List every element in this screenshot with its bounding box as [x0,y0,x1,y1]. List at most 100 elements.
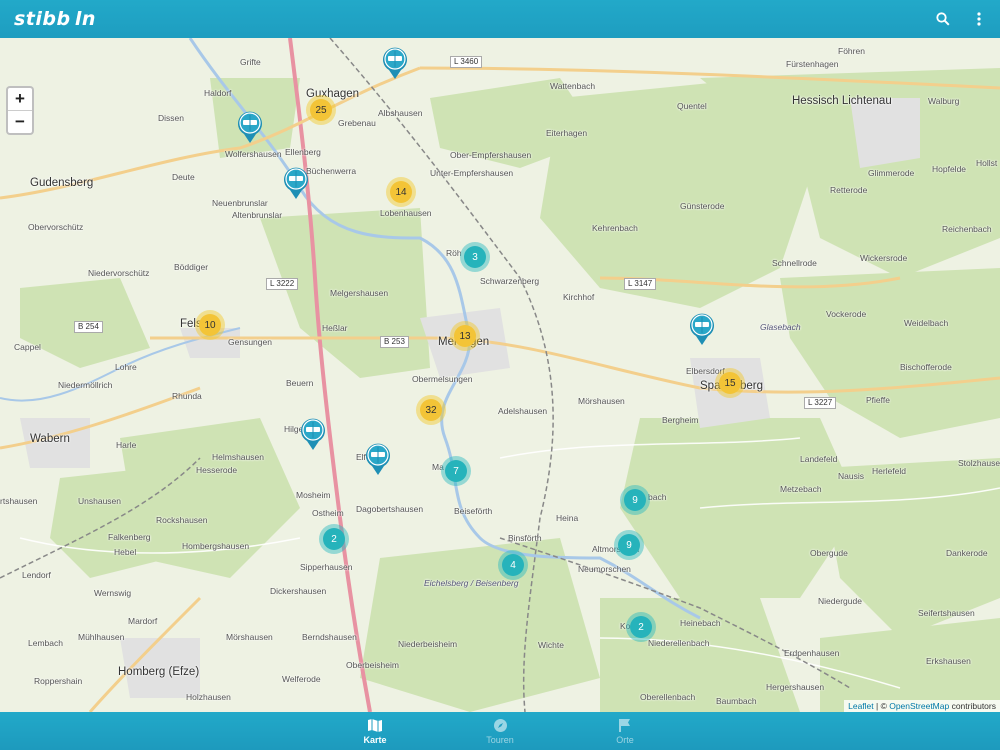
zoom-in-button[interactable]: + [8,88,32,110]
cluster-count: 7 [445,460,467,482]
flag-icon [619,718,630,732]
search-button[interactable] [932,8,954,30]
place-label: Schnellrode [772,258,817,268]
nav-tab-label: Touren [486,734,514,745]
place-label: Helmshausen [212,452,264,462]
place-label: Mörshausen [226,632,273,642]
place-label: Bischofferode [900,362,952,372]
leaflet-link[interactable]: Leaflet [848,701,874,711]
zoom-control: + − [6,86,34,135]
place-label: Rockshausen [156,515,208,525]
cluster-marker[interactable]: 10 [195,310,225,340]
place-label: Walburg [928,96,960,106]
place-label: Cappel [14,342,41,352]
place-label: Welferode [282,674,321,684]
place-label: Neuenbrunslar [212,198,268,208]
place-label: Niederellenbach [648,638,710,648]
cluster-marker[interactable]: 7 [441,456,471,486]
place-label: Deute [172,172,195,182]
place-label: Heina [556,513,579,523]
cluster-marker[interactable]: 14 [386,177,416,207]
place-label: Beiseförth [454,506,493,516]
place-label: Schwarzenberg [480,276,540,286]
place-label: Büchenwerra [306,166,357,176]
place-label: Reichenbach [942,224,992,234]
cluster-marker[interactable]: 9 [620,485,650,515]
place-label: Mörshausen [578,396,625,406]
place-label: Mosheim [296,490,331,500]
poi-pin[interactable] [299,417,327,451]
place-label: Harle [116,440,137,450]
cluster-marker[interactable]: 2 [626,612,656,642]
place-label: Bergheim [662,415,699,425]
cluster-count: 13 [454,325,476,347]
cluster-marker[interactable]: 25 [306,95,336,125]
zoom-out-button[interactable]: − [8,110,32,133]
place-label: Eiterhagen [546,128,588,138]
place-label: Landefeld [800,454,838,464]
place-label: Niedervorschütz [88,268,150,278]
cluster-marker[interactable]: 15 [715,368,745,398]
map-attribution: Leaflet | © OpenStreetMap contributors [844,700,1000,712]
place-label: Homberg (Efze) [118,666,200,678]
place-label: Obervorschütz [28,222,84,232]
place-label: bach [648,492,667,502]
cluster-marker[interactable]: 4 [498,550,528,580]
poi-pin[interactable] [236,110,264,144]
nav-tab-places[interactable]: Orte [563,712,688,750]
place-label: Ostheim [312,508,344,518]
place-label: Dankerode [946,548,988,558]
place-label: Baumbach [716,696,757,706]
poi-pin[interactable] [688,312,716,346]
place-label: Lendorf [22,570,51,580]
cluster-count: 3 [464,246,486,268]
brand-logo: stibb ln [14,8,96,30]
place-label: Wabern [30,433,70,445]
place-label: Gudensberg [30,177,94,189]
place-label: Hopfelde [932,164,967,174]
cluster-marker[interactable]: 13 [450,321,480,351]
place-label: Altenbrunslar [232,210,283,220]
osm-link[interactable]: OpenStreetMap [889,701,949,711]
cluster-count: 25 [310,99,332,121]
place-label: Ober-Empfershausen [450,150,532,160]
brand-text: stibb ln [14,8,96,30]
place-label: Roppershain [34,676,83,686]
cluster-count: 14 [390,181,412,203]
place-label: Nausis [838,471,864,481]
place-label: Holzhausen [186,692,231,702]
cluster-count: 2 [323,528,345,550]
cluster-marker[interactable]: 9 [614,530,644,560]
place-label: Hollst [976,158,998,168]
bottom-navigation: Karte Touren Orte [0,712,1000,750]
place-label: Kehrenbach [592,223,638,233]
place-label: Lembach [28,638,63,648]
cluster-marker[interactable]: 32 [416,395,446,425]
poi-pin[interactable] [364,442,392,476]
place-label: Dickershausen [270,586,327,596]
place-label: Niederbeisheim [398,639,458,649]
map-view[interactable]: + − L 3460 L 3147 L 3222 B 254 B 253 L 3… [0,38,1000,712]
place-label: Oberbeisheim [346,660,399,670]
poi-pin[interactable] [381,46,409,80]
nav-tab-label: Karte [363,734,387,745]
place-label: Obermelsungen [412,374,473,384]
more-menu-button[interactable] [968,8,990,30]
cluster-count: 2 [630,616,652,638]
nav-tab-tours[interactable]: Touren [438,712,563,750]
top-app-bar: stibb ln [0,0,1000,38]
cluster-marker[interactable]: 2 [319,524,349,554]
poi-pin[interactable] [282,166,310,200]
place-label: Hebel [114,547,137,557]
place-label: Heinebach [680,618,721,628]
cluster-count: 4 [502,554,524,576]
place-label: Grebenau [338,118,376,128]
road-label: L 3227 [804,397,837,409]
place-label: Föhren [838,46,865,56]
place-label: Wickersrode [860,253,908,263]
cluster-count: 10 [199,314,221,336]
place-label: Mühlhausen [78,632,125,642]
cluster-marker[interactable]: 3 [460,242,490,272]
nav-tab-map[interactable]: Karte [313,712,438,750]
map-background [0,38,1000,712]
